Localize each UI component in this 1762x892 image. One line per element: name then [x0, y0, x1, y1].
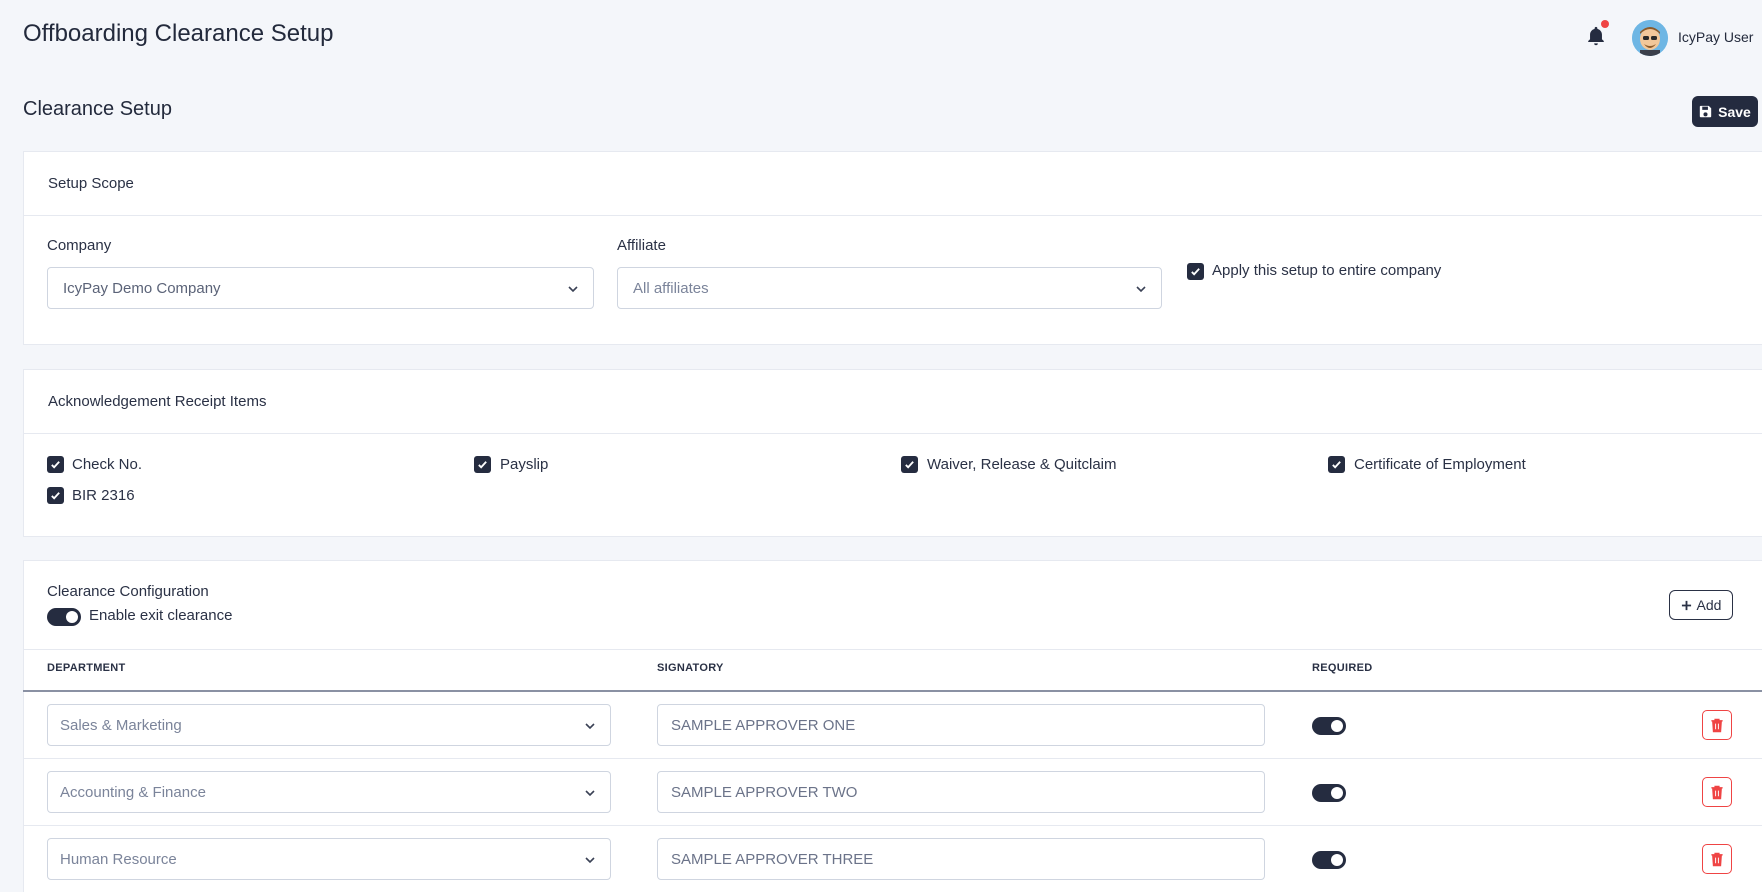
delete-row-button[interactable] — [1702, 844, 1732, 874]
signatory-input[interactable]: SAMPLE APPROVER THREE — [657, 838, 1265, 880]
signatory-value: SAMPLE APPROVER ONE — [671, 716, 856, 734]
trash-icon — [1711, 785, 1723, 799]
company-select-value: IcyPay Demo Company — [63, 279, 221, 297]
department-select[interactable]: Sales & Marketing — [47, 704, 611, 746]
signatory-input[interactable]: SAMPLE APPROVER TWO — [657, 771, 1265, 813]
chevron-down-icon — [585, 723, 595, 730]
floppy-disk-icon — [1699, 105, 1712, 118]
ack-item-bir-2316-checkbox[interactable] — [47, 487, 64, 504]
add-department-button[interactable]: Add — [1669, 590, 1733, 620]
acknowledgement-title: Acknowledgement Receipt Items — [48, 393, 267, 410]
company-select[interactable]: IcyPay Demo Company — [47, 267, 594, 309]
department-select-value: Sales & Marketing — [60, 716, 182, 734]
check-icon — [905, 461, 914, 469]
signatory-value: SAMPLE APPROVER THREE — [671, 850, 874, 868]
department-select-value: Accounting & Finance — [60, 783, 206, 801]
required-toggle[interactable] — [1312, 717, 1346, 735]
ack-item-label: Certificate of Employment — [1354, 456, 1526, 473]
check-icon — [478, 461, 487, 469]
top-bar: Offboarding Clearance Setup IcyPay User — [0, 0, 1762, 72]
column-header-department: DEPARTMENT — [47, 662, 126, 674]
check-icon — [51, 492, 60, 500]
column-header-required: REQUIRED — [1312, 662, 1373, 674]
signatory-input[interactable]: SAMPLE APPROVER ONE — [657, 704, 1265, 746]
row-divider — [23, 758, 1762, 759]
department-select[interactable]: Accounting & Finance — [47, 771, 611, 813]
row-divider — [23, 825, 1762, 826]
check-icon — [1332, 461, 1341, 469]
check-icon — [1191, 268, 1200, 276]
setup-scope-card: Setup Scope — [23, 151, 1762, 345]
toggle-knob — [1331, 720, 1343, 732]
trash-icon — [1711, 718, 1723, 732]
affiliate-label: Affiliate — [617, 237, 666, 254]
affiliate-select-value: All affiliates — [633, 279, 709, 297]
chevron-down-icon — [585, 790, 595, 797]
ack-item-payslip-checkbox[interactable] — [474, 456, 491, 473]
signatory-value: SAMPLE APPROVER TWO — [671, 783, 858, 801]
check-icon — [51, 461, 60, 469]
department-select-value: Human Resource — [60, 850, 177, 868]
chevron-down-icon — [568, 286, 578, 293]
clearance-config-title: Clearance Configuration — [47, 583, 209, 600]
trash-icon — [1711, 852, 1723, 866]
chevron-down-icon — [1136, 286, 1146, 293]
save-button[interactable]: Save — [1692, 96, 1758, 127]
chevron-down-icon — [585, 857, 595, 864]
page-title: Clearance Setup — [23, 98, 172, 120]
notification-dot — [1601, 20, 1609, 28]
acknowledgement-card: Acknowledgement Receipt Items — [23, 369, 1762, 537]
acknowledgement-header: Acknowledgement Receipt Items — [24, 370, 1762, 434]
user-name[interactable]: IcyPay User — [1678, 29, 1753, 45]
toggle-knob — [1331, 854, 1343, 866]
required-toggle[interactable] — [1312, 851, 1346, 869]
add-button-label: Add — [1696, 597, 1722, 613]
company-label: Company — [47, 237, 112, 254]
toggle-knob — [1331, 787, 1343, 799]
column-header-signatory: SIGNATORY — [657, 662, 724, 674]
card-divider — [23, 649, 1762, 650]
apply-entire-company-label: Apply this setup to entire company — [1212, 262, 1442, 279]
plus-icon — [1681, 600, 1691, 610]
ack-item-coe-checkbox[interactable] — [1328, 456, 1345, 473]
enable-exit-clearance-label: Enable exit clearance — [89, 607, 233, 624]
required-toggle[interactable] — [1312, 784, 1346, 802]
ack-item-waiver-checkbox[interactable] — [901, 456, 918, 473]
department-select[interactable]: Human Resource — [47, 838, 611, 880]
save-button-label: Save — [1718, 103, 1751, 120]
ack-item-check-no-checkbox[interactable] — [47, 456, 64, 473]
setup-scope-title: Setup Scope — [48, 175, 134, 192]
apply-entire-company-checkbox[interactable] — [1187, 263, 1204, 280]
table-header-divider — [23, 690, 1762, 692]
enable-exit-clearance-toggle[interactable] — [47, 608, 81, 626]
avatar[interactable] — [1632, 20, 1668, 56]
setup-scope-header: Setup Scope — [24, 152, 1762, 216]
toggle-knob — [66, 611, 78, 623]
delete-row-button[interactable] — [1702, 777, 1732, 807]
delete-row-button[interactable] — [1702, 710, 1732, 740]
app-title: Offboarding Clearance Setup — [23, 20, 334, 47]
ack-item-label: BIR 2316 — [72, 487, 135, 504]
affiliate-select[interactable]: All affiliates — [617, 267, 1162, 309]
ack-item-label: Payslip — [500, 456, 549, 473]
ack-item-label: Check No. — [72, 456, 143, 473]
ack-item-label: Waiver, Release & Quitclaim — [927, 456, 1117, 473]
